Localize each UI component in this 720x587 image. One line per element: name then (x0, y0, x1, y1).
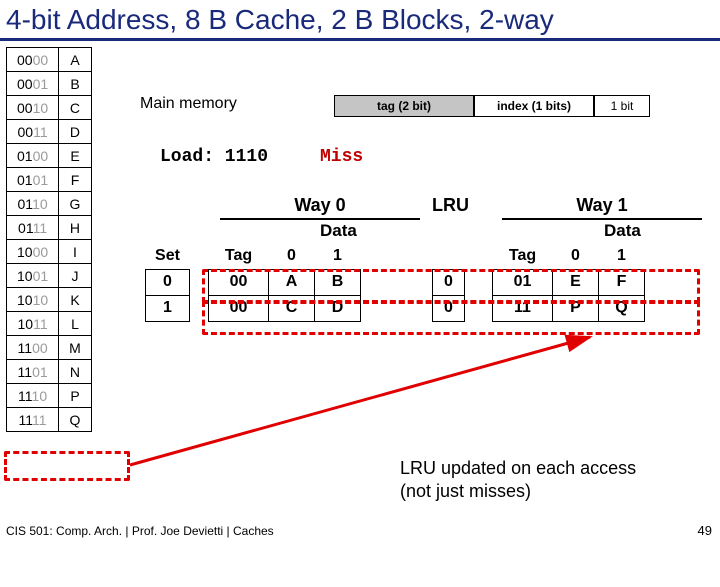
cache-lru-column: 0 0 (432, 243, 465, 322)
cache-way0: Tag01 00AB 00CD (208, 243, 361, 322)
way0-header: Way 0 (220, 195, 420, 220)
highlight-memory-row (4, 451, 130, 481)
addr-field-index: index (1 bits) (474, 95, 594, 117)
load-instruction: Load: 1110 (160, 147, 268, 167)
page-number: 49 (698, 523, 712, 538)
load-result: Miss (320, 147, 363, 167)
data-header-way1: Data (604, 221, 641, 241)
addr-field-offset: 1 bit (594, 95, 650, 117)
main-memory-label: Main memory (140, 95, 237, 113)
addr-field-tag: tag (2 bit) (334, 95, 474, 117)
main-memory-table: 0000A 0001B 0010C 0011D 0100E 0101F 0110… (6, 47, 92, 432)
slide-body: 0000A 0001B 0010C 0011D 0100E 0101F 0110… (0, 47, 720, 432)
data-header-way0: Data (320, 221, 357, 241)
lru-note: LRU updated on each access (not just mis… (400, 457, 636, 502)
slide-title: 4-bit Address, 8 B Cache, 2 B Blocks, 2-… (0, 0, 720, 41)
slide-footer: CIS 501: Comp. Arch. | Prof. Joe Deviett… (6, 524, 274, 538)
cache-set-column: Set 0 1 (145, 243, 190, 322)
lru-header: LRU (432, 195, 469, 216)
way1-header: Way 1 (502, 195, 702, 220)
cache-way1: Tag01 01EF 11PQ (492, 243, 645, 322)
